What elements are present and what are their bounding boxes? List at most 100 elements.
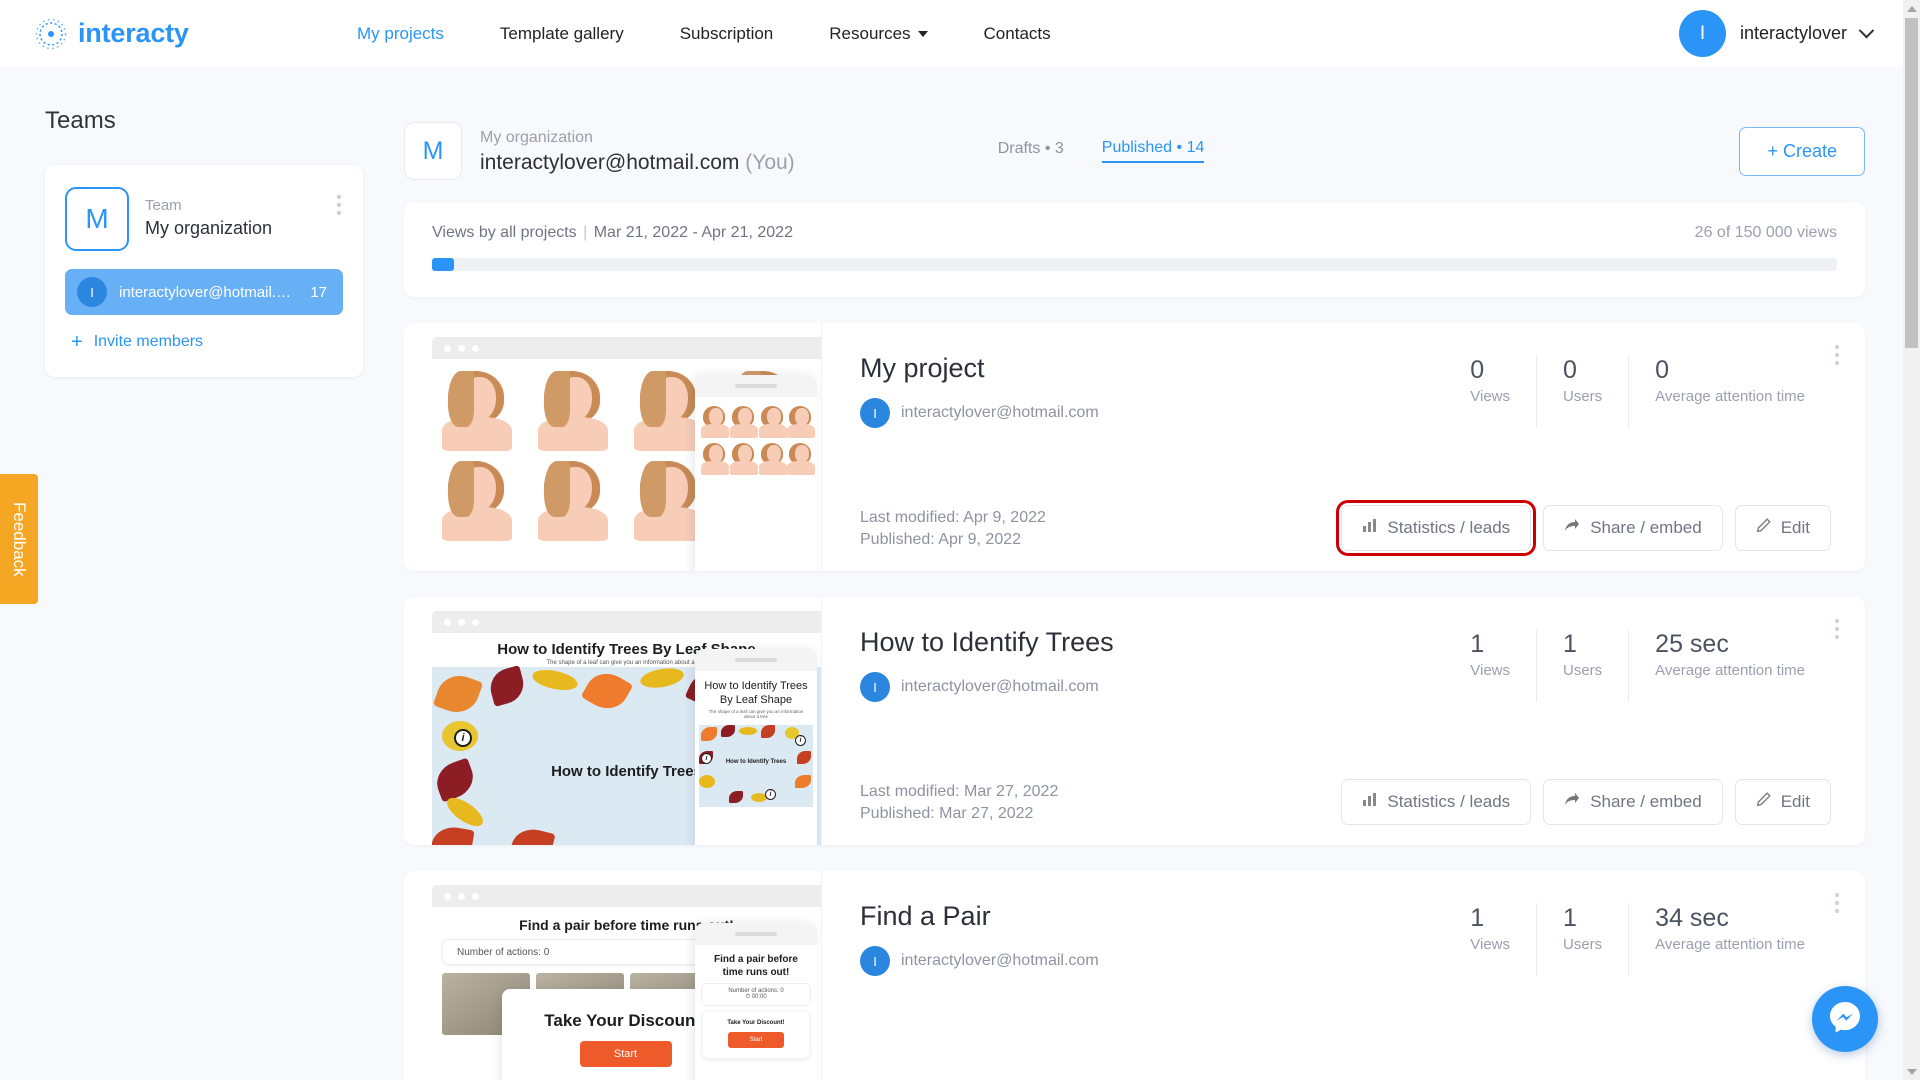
stat-users-value: 0 [1563,356,1577,384]
user-name-label: interactylover [1739,23,1847,43]
tab-published[interactable]: Published • 14 [1101,139,1205,163]
sidebar-title: Teams [45,107,116,134]
scroll-down-arrow-icon[interactable] [1903,1063,1920,1080]
project-dates: Last modified: Apr 9, 2022 Published: Ap… [860,507,1046,551]
brand-name: interacty [78,18,189,48]
nav-link-contacts[interactable]: Contacts [956,24,1079,44]
stat-attention-label: Average attention time [1655,662,1805,679]
project-stats: 0 Views 0 Users 0 Average attention time [1444,351,1831,428]
phone-tree-title: How to Identify Trees By Leaf Shape [704,680,808,706]
phone-leaf-artwork: i i i How to Identify Trees [699,725,813,807]
project-actions: Statistics / leads Share / embed Edit [1341,779,1831,825]
phone-notch [695,375,817,397]
stat-views-label: Views [1470,936,1510,953]
thumbnail-phone-mock: How to Identify Trees By Leaf Shape The … [695,649,817,845]
project-card[interactable]: My project I interactylover@hotmail.com … [404,323,1865,571]
stat-users: 0 Users [1536,355,1628,428]
chevron-down-icon [917,30,928,37]
stat-views-label: Views [1470,388,1510,405]
organization-subtitle: My organization [480,128,593,146]
vertical-scrollbar[interactable] [1903,0,1920,1080]
phone-notch [695,649,817,671]
statistics-leads-button[interactable]: Statistics / leads [1341,779,1532,825]
brand-logo-group[interactable]: interacty [34,17,284,51]
nav-link-template-gallery[interactable]: Template gallery [472,24,652,44]
edit-button[interactable]: Edit [1734,505,1831,551]
scrollbar-thumb[interactable] [1905,18,1918,348]
project-top-row: Find a Pair I interactylover@hotmail.com… [860,899,1831,976]
organization-email-line: interactylover@hotmail.com (You) [480,149,795,176]
share-embed-button[interactable]: Share / embed [1543,505,1723,551]
browser-dots [432,611,821,633]
stat-users-value: 1 [1563,630,1577,658]
teams-card: M Team My organization I interactylover@… [45,165,363,377]
top-navigation-bar: interacty My projects Template gallery S… [0,0,1920,67]
sidebar-member-item[interactable]: I interactylover@hotmail.co... 17 [65,269,343,315]
feedback-tab[interactable]: Feedback [0,474,38,604]
thumb-pair-counter: Number of actions: 0 [457,947,549,958]
phone-pair-timer-value: 00:00 [751,994,767,1000]
messenger-chat-button[interactable] [1812,986,1878,1052]
project-title[interactable]: My project [860,351,1099,385]
invite-members-button[interactable]: + Invite members [65,332,343,352]
team-label: Team [145,197,182,214]
timer-icon: ⏱ [745,994,750,1000]
nav-link-resources[interactable]: Resources [801,24,955,44]
team-row[interactable]: M Team My organization [65,187,343,251]
tab-published-count: 14 [1186,139,1205,156]
team-options-menu-icon[interactable] [337,195,341,215]
stat-attention-label: Average attention time [1655,936,1805,953]
stat-users-label: Users [1563,388,1603,405]
create-button[interactable]: + Create [1739,126,1865,176]
project-owner: I interactylover@hotmail.com [860,946,1099,976]
project-last-modified: Last modified: Mar 27, 2022 [860,783,1059,800]
views-label-group: Views by all projects | Mar 21, 2022 - A… [432,224,793,242]
avatar: I [1678,10,1726,57]
project-card[interactable]: Find a pair before time runs out! Number… [404,871,1865,1080]
stat-users: 1 Users [1536,629,1628,702]
project-thumbnail[interactable]: Find a pair before time runs out! Number… [404,871,822,1080]
project-details: How to Identify Trees I interactylover@h… [822,597,1865,845]
nav-link-my-projects[interactable]: My projects [329,24,472,44]
nav-link-subscription[interactable]: Subscription [652,24,802,44]
statistics-leads-button[interactable]: Statistics / leads [1336,500,1537,556]
edit-button[interactable]: Edit [1734,779,1831,825]
tab-drafts[interactable]: Drafts • 3 [998,140,1064,162]
phone-tree-center-text: How to Identify Trees [725,759,787,765]
share-embed-label: Share / embed [1590,518,1702,537]
phone-pair-timer: ⏱ 00:00 [702,994,810,1001]
project-actions: Statistics / leads Share / embed Edit [1336,500,1831,556]
user-menu[interactable]: I interactylover [1678,10,1894,57]
project-thumbnail[interactable] [404,323,822,571]
phone-notch [695,923,817,945]
project-title[interactable]: Find a Pair [860,899,1099,933]
owner-email: interactylover@hotmail.com [901,678,1099,695]
views-date-range: Mar 21, 2022 - Apr 21, 2022 [593,224,793,241]
stat-attention-value: 34 sec [1655,904,1729,932]
project-options-menu-icon[interactable] [1835,619,1839,639]
scroll-up-arrow-icon[interactable] [1903,0,1920,17]
bar-chart-icon [1362,518,1377,538]
team-name: My organization [145,218,273,238]
project-options-menu-icon[interactable] [1835,893,1839,913]
stat-attention: 0 Average attention time [1628,355,1831,428]
project-identity: How to Identify Trees I interactylover@h… [860,625,1114,702]
tab-drafts-count: 3 [1054,140,1064,157]
stat-users-value: 1 [1563,904,1577,932]
interacty-logo-icon [34,17,68,51]
share-icon [1564,518,1580,538]
project-options-menu-icon[interactable] [1835,345,1839,365]
team-badge: M [65,187,129,251]
share-embed-button[interactable]: Share / embed [1543,779,1723,825]
project-title[interactable]: How to Identify Trees [860,625,1114,659]
member-avatar: I [77,277,107,307]
project-bottom-row: Last modified: Mar 27, 2022 Published: M… [860,779,1831,825]
stat-views: 0 Views [1444,355,1536,428]
team-meta: Team My organization [145,187,272,240]
browser-dots [432,885,821,907]
member-project-count: 17 [310,283,327,301]
project-card[interactable]: How to Identify Trees By Leaf Shape The … [404,597,1865,845]
owner-email: interactylover@hotmail.com [901,952,1099,969]
project-owner: I interactylover@hotmail.com [860,672,1114,702]
project-thumbnail[interactable]: How to Identify Trees By Leaf Shape The … [404,597,822,845]
